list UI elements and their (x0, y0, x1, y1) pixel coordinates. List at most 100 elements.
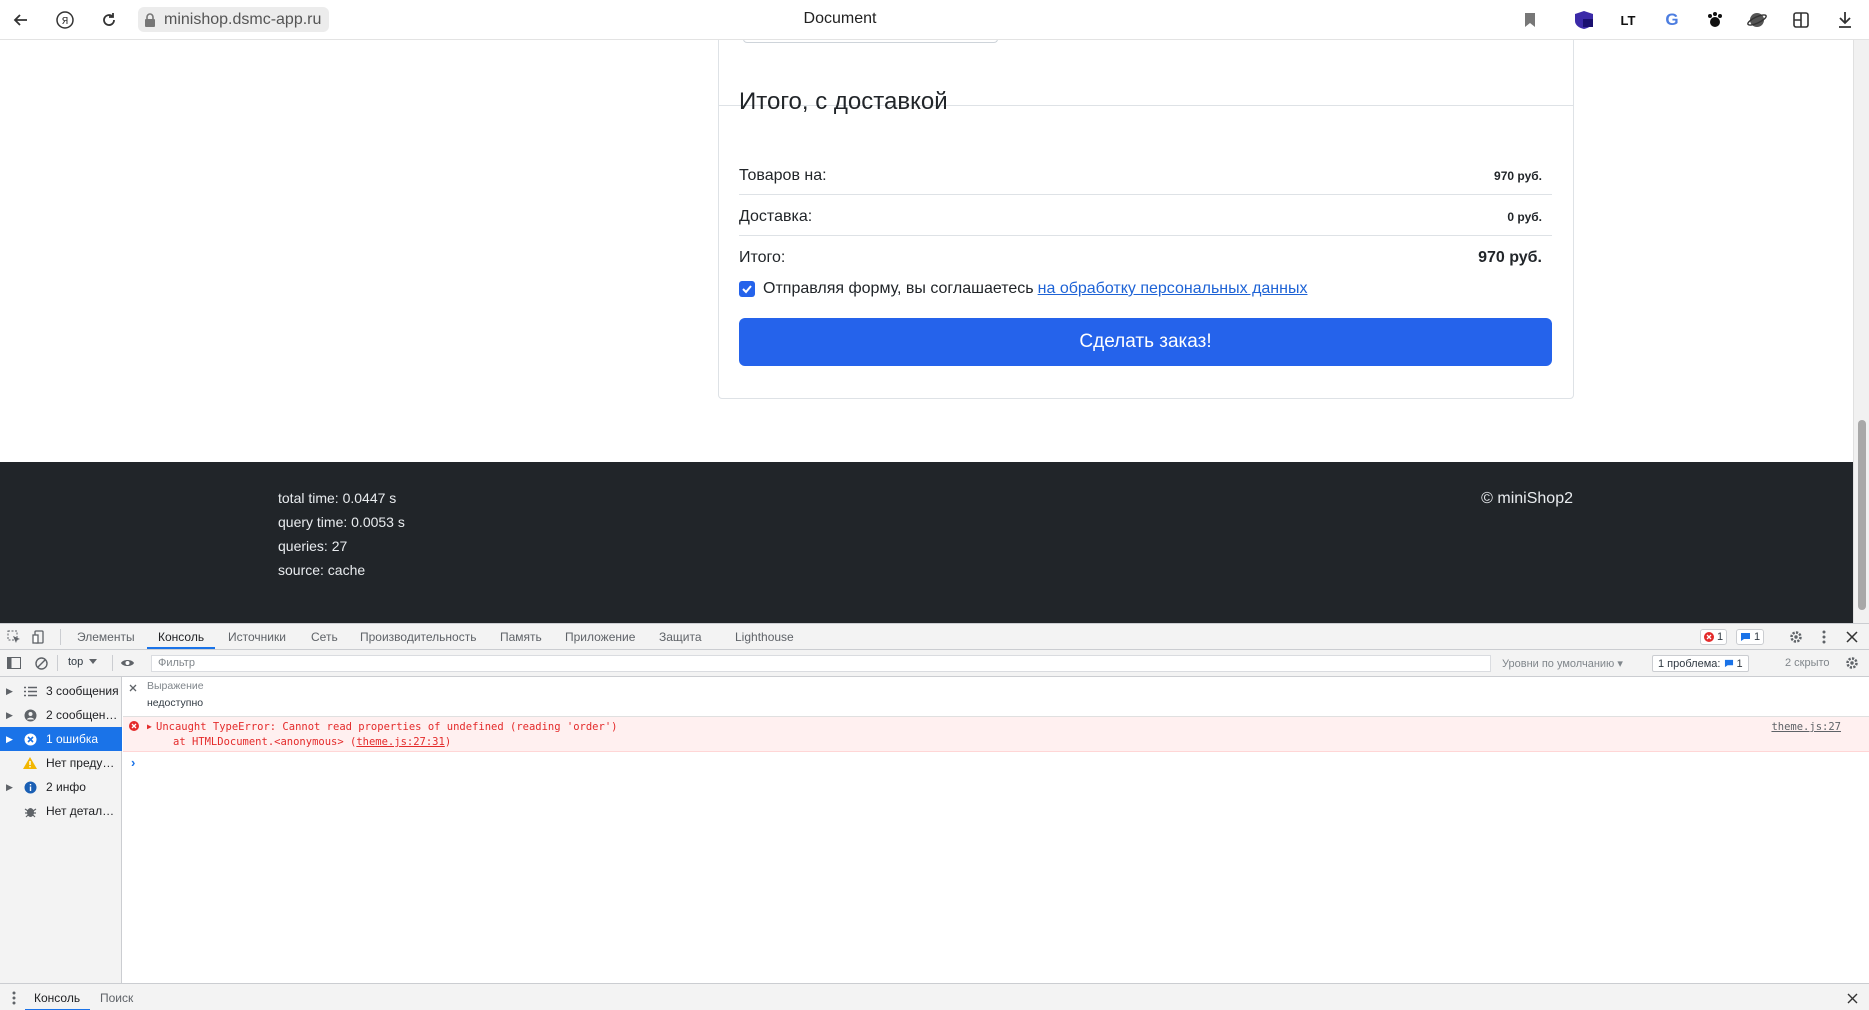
toolbar-separator (112, 655, 113, 671)
drawer-tab-search[interactable]: Поиск (100, 991, 133, 1005)
issue-message-icon (1725, 659, 1734, 668)
goods-label: Товаров на: (739, 167, 827, 184)
extension-lt-icon[interactable]: LT (1616, 8, 1640, 32)
expression-value: недоступно (147, 697, 204, 709)
tab-separator (60, 629, 61, 645)
extension-planet-icon[interactable] (1745, 8, 1769, 32)
consent-row: Отправляя форму, вы соглашаетесь на обра… (739, 280, 1307, 298)
tab-memory[interactable]: Память (500, 630, 542, 644)
drawer-tab-console[interactable]: Консоль (34, 991, 80, 1005)
extension-paw-icon[interactable] (1703, 8, 1727, 32)
expand-error-icon[interactable]: ▶ (147, 722, 152, 731)
sidebar-item-user-messages[interactable]: ▶ 2 сообщен… (0, 703, 122, 727)
tab-application[interactable]: Приложение (565, 630, 635, 644)
tab-title: Document (803, 10, 877, 27)
tab-security[interactable]: Защита (659, 630, 702, 644)
extensions-puzzle-icon[interactable] (1789, 8, 1813, 32)
total-value: 970 руб. (1478, 249, 1542, 266)
scrollbar-thumb[interactable] (1858, 420, 1866, 610)
error-icon (129, 721, 139, 731)
download-icon[interactable] (1833, 8, 1857, 32)
live-expression-eye-icon[interactable] (119, 655, 135, 671)
sidebar-item-warnings[interactable]: Нет преду… (0, 751, 122, 775)
close-expression-icon[interactable] (129, 681, 137, 695)
consent-checkbox[interactable] (739, 281, 755, 297)
extension-g-icon[interactable]: G (1660, 8, 1684, 32)
bookmark-icon[interactable] (1518, 8, 1542, 32)
live-expression: Выражение недоступно (123, 677, 1869, 717)
message-icon (1741, 633, 1750, 641)
expand-arrow-icon[interactable]: ▶ (6, 734, 18, 745)
expand-arrow-icon[interactable]: ▶ (6, 686, 18, 697)
sidebar-item-verbose[interactable]: Нет детал… (0, 799, 122, 823)
console-toolbar: top Фильтр Уровни по умолчанию ▾ 1 пробл… (0, 650, 1869, 677)
message-count-badge[interactable]: 1 (1736, 629, 1765, 645)
console-sidebar: ▶ 3 сообщения ▶ 2 сообщен… ▶ 1 ошибка Не… (0, 677, 122, 983)
sidebar-item-info[interactable]: ▶ 2 инфо (0, 775, 122, 799)
log-levels-dropdown[interactable]: Уровни по умолчанию ▾ (1502, 657, 1623, 670)
devtools-drawer: Консоль Поиск (0, 983, 1869, 1010)
more-options-icon[interactable] (1816, 629, 1832, 645)
info-icon (22, 779, 38, 795)
stat-source: source: cache (278, 562, 366, 578)
stat-queries: queries: 27 (278, 538, 348, 554)
submit-order-button[interactable]: Сделать заказ! (739, 318, 1552, 366)
dropdown-caret-icon (89, 659, 98, 664)
page-scrollbar[interactable] (1853, 40, 1869, 623)
toolbar-separator (57, 655, 58, 671)
summary-row-delivery: Доставка: 0 руб. (739, 196, 1552, 236)
error-count-badge[interactable]: 1 (1700, 629, 1728, 645)
expand-arrow-icon[interactable]: ▶ (6, 782, 18, 793)
delivery-value: 0 руб. (1507, 210, 1542, 224)
sidebar-toggle-icon[interactable] (6, 655, 22, 671)
summary-title: Итого, с доставкой (739, 88, 948, 115)
hidden-count: 2 скрыто (1785, 657, 1830, 669)
expression-label[interactable]: Выражение (147, 680, 204, 692)
console-error-message[interactable]: ▶ Uncaught TypeError: Cannot read proper… (123, 717, 1869, 752)
device-toggle-icon[interactable] (31, 629, 47, 645)
error-text: Uncaught TypeError: Cannot read properti… (156, 721, 618, 733)
input-bottom-edge (743, 40, 998, 43)
privacy-link[interactable]: на обработку персональных данных (1038, 280, 1308, 298)
sidebar-item-errors[interactable]: ▶ 1 ошибка (0, 727, 122, 751)
consent-text: Отправляя форму, вы соглашаетесь (763, 280, 1034, 297)
console-output: Выражение недоступно ▶ Uncaught TypeErro… (123, 677, 1869, 983)
site-footer: total time: 0.0447 s query time: 0.0053 … (0, 462, 1853, 623)
issues-button[interactable]: 1 проблема: 1 (1652, 655, 1749, 672)
user-icon (22, 707, 38, 723)
check-icon (742, 285, 752, 294)
summary-row-total: Итого: 970 руб. (739, 237, 1552, 277)
delivery-label: Доставка: (739, 208, 813, 225)
stat-query-time: query time: 0.0053 s (278, 514, 405, 530)
sidebar-item-messages[interactable]: ▶ 3 сообщения (0, 679, 122, 703)
tab-network[interactable]: Сеть (311, 630, 338, 644)
tab-lighthouse[interactable]: Lighthouse (735, 630, 794, 644)
goods-value: 970 руб. (1494, 169, 1542, 183)
clear-console-icon[interactable] (33, 655, 49, 671)
page-viewport: Итого, с доставкой Товаров на: 970 руб. … (0, 40, 1853, 623)
tab-elements[interactable]: Элементы (77, 630, 135, 644)
context-selector[interactable]: top (68, 656, 98, 668)
expand-arrow-icon[interactable]: ▶ (6, 710, 18, 721)
console-filter-input[interactable]: Фильтр (151, 655, 1491, 672)
console-prompt-icon[interactable]: › (131, 755, 135, 770)
stack-source-link[interactable]: theme.js:27:31 (356, 736, 445, 748)
tab-console[interactable]: Консоль (158, 630, 204, 644)
drawer-menu-icon[interactable] (6, 990, 22, 1006)
inspect-icon[interactable] (6, 629, 22, 645)
close-devtools-icon[interactable] (1844, 629, 1860, 645)
devtools-tabbar: Элементы Консоль Источники Сеть Производ… (0, 624, 1869, 650)
browser-toolbar: Я minishop.dsmc-app.ru Document LT G (0, 0, 1869, 40)
error-icon (22, 731, 38, 747)
console-settings-gear-icon[interactable] (1844, 655, 1860, 671)
summary-row-goods: Товаров на: 970 руб. (739, 155, 1552, 195)
total-label: Итого: (739, 249, 786, 266)
close-drawer-icon[interactable] (1844, 990, 1860, 1006)
warning-icon (22, 755, 38, 771)
error-source-link[interactable]: theme.js:27 (1771, 721, 1841, 733)
extension-shield-icon[interactable] (1572, 8, 1596, 32)
tab-sources[interactable]: Источники (228, 630, 286, 644)
settings-gear-icon[interactable] (1788, 629, 1804, 645)
active-tab-indicator (147, 647, 215, 649)
tab-performance[interactable]: Производительность (360, 630, 476, 644)
